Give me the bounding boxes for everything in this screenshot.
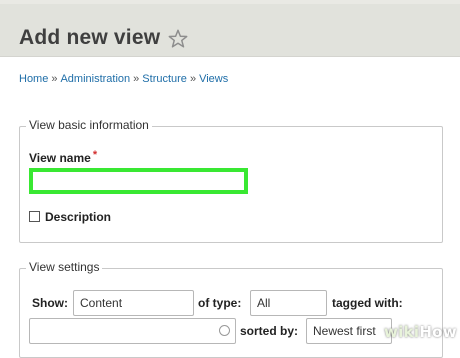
of-type-select[interactable]: [250, 290, 327, 316]
sorted-by-select[interactable]: [306, 318, 392, 344]
star-icon[interactable]: [167, 28, 189, 50]
breadcrumb-views[interactable]: Views: [199, 73, 228, 85]
breadcrumb-structure[interactable]: Structure: [142, 73, 187, 85]
description-checkbox[interactable]: [29, 211, 40, 222]
breadcrumb-separator: »: [189, 73, 197, 85]
page-title: Add new view: [19, 26, 161, 49]
view-name-input[interactable]: [29, 168, 248, 194]
view-name-label: View name *: [29, 149, 98, 165]
show-label: Show:: [32, 296, 68, 310]
breadcrumb-home[interactable]: Home: [19, 73, 48, 85]
basic-info-legend: View basic information: [26, 118, 152, 132]
description-label: Description: [45, 210, 112, 224]
page-header: Add new view: [0, 4, 460, 57]
breadcrumb-separator: »: [51, 73, 58, 85]
throbber-icon: [219, 325, 230, 336]
view-settings-legend: View settings: [26, 260, 103, 274]
watermark-wiki: wiki: [384, 323, 420, 341]
show-select[interactable]: [73, 290, 194, 316]
required-marker: *: [92, 149, 98, 161]
wikihow-watermark: wikiHow: [384, 323, 457, 341]
view-name-label-text: View name: [29, 151, 91, 165]
of-type-label: of type:: [198, 296, 242, 310]
breadcrumb-administration[interactable]: Administration: [60, 73, 130, 85]
watermark-how: How: [419, 323, 457, 341]
breadcrumb: Home» Administration» Structure» Views: [19, 73, 228, 85]
tagged-with-input[interactable]: [29, 318, 236, 344]
sorted-by-label: sorted by:: [240, 324, 299, 338]
breadcrumb-separator: »: [133, 73, 140, 85]
tagged-with-label: tagged with:: [332, 296, 403, 310]
